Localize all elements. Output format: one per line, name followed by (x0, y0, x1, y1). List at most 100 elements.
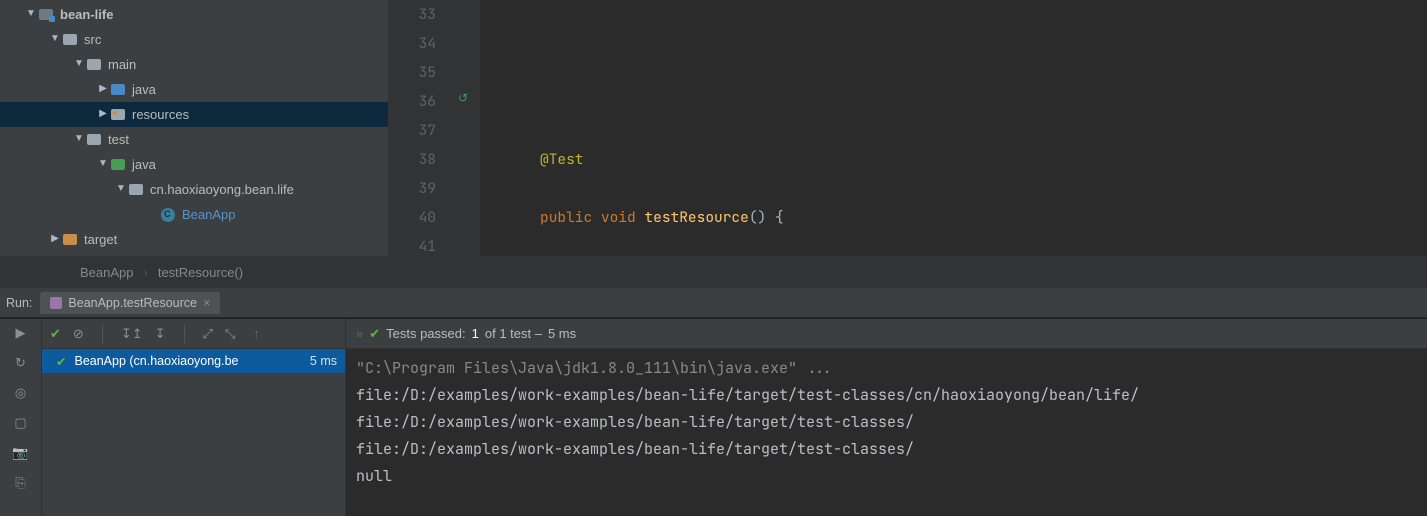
line-number[interactable]: 40 (388, 203, 436, 232)
tree-item[interactable]: resources (0, 102, 388, 127)
line-number[interactable]: 35 (388, 58, 436, 87)
tree-arrow-icon[interactable] (114, 183, 128, 194)
breadcrumb-method[interactable]: testResource() (158, 265, 243, 280)
code-line: @Test (540, 145, 1427, 174)
folder-icon (160, 207, 176, 223)
console-line: file:/D:/examples/work-examples/bean-lif… (356, 436, 1417, 463)
show-passed-button[interactable]: ✔ (50, 326, 61, 342)
dump-threads-button[interactable]: 📷 (11, 443, 31, 463)
project-tree: bean-life src main java resources test java cn.… (0, 0, 388, 256)
close-icon[interactable]: × (203, 296, 210, 310)
line-number[interactable]: 39 (388, 174, 436, 203)
run-tab-label: BeanApp.testResource (68, 296, 197, 310)
test-result-row[interactable]: ✔ BeanApp (cn.haoxiaoyong.be 5 ms (42, 349, 345, 373)
editor-area: 333435363738394041 ↺ @Test public void t… (388, 0, 1427, 256)
code-line (540, 29, 1427, 58)
tree-arrow-icon[interactable] (72, 58, 86, 69)
folder-icon (110, 107, 126, 123)
tree-item-label: java (132, 157, 156, 172)
toggle-auto-test-button[interactable]: ◎ (11, 383, 31, 403)
status-time: 5 ms (548, 326, 576, 341)
console-line: "C:\Program Files\Java\jdk1.8.0_111\bin\… (356, 355, 1417, 382)
ide-root: bean-life src main java resources test java cn.… (0, 0, 1427, 516)
run-window-header: Run: BeanApp.testResource × (0, 288, 1427, 318)
breadcrumb-class[interactable]: BeanApp (80, 265, 134, 280)
folder-icon (62, 32, 78, 48)
gutter-marks: ↺ (454, 0, 480, 256)
line-number[interactable]: 37 (388, 116, 436, 145)
scroll-to-end-button[interactable]: » (356, 326, 363, 341)
run-tool-window: ▶ ↻ ◎ ▢ 📷 ⎘ ✔ ⊘ ↧↥ ↧ ⤢ ⤡ ↑ (0, 318, 1427, 516)
line-number-gutter[interactable]: 333435363738394041 (388, 0, 454, 256)
tree-item-label: bean-life (60, 7, 113, 22)
tree-arrow-icon[interactable] (48, 33, 62, 44)
status-count: 1 (472, 326, 479, 341)
line-number[interactable]: 34 (388, 29, 436, 58)
tree-item[interactable]: java (0, 77, 388, 102)
test-passed-icon: ✔ (56, 354, 66, 369)
folder-icon (110, 157, 126, 173)
tree-item[interactable]: java (0, 152, 388, 177)
code-content[interactable]: @Test public void testResource() { Syste… (480, 0, 1427, 256)
tree-item[interactable]: bean-life.iml (0, 252, 388, 256)
folder-icon (38, 7, 54, 23)
code-body: 333435363738394041 ↺ @Test public void t… (388, 0, 1427, 256)
run-left-toolbar: ▶ ↻ ◎ ▢ 📷 ⎘ (0, 319, 42, 516)
tree-item[interactable]: test (0, 127, 388, 152)
expand-all-button[interactable]: ⤢ (203, 326, 213, 342)
tree-item-label: BeanApp (182, 207, 236, 222)
line-number[interactable]: 33 (388, 0, 436, 29)
tree-item[interactable]: src (0, 27, 388, 52)
separator (102, 325, 103, 343)
run-line-marker-icon[interactable]: ↺ (458, 90, 474, 106)
sort-button[interactable]: ↧↥ (121, 326, 143, 342)
project-tree-panel[interactable]: bean-life src main java resources test java cn.… (0, 0, 388, 256)
rerun-failed-button[interactable]: ↻ (11, 353, 31, 373)
tree-item-label: src (84, 32, 101, 47)
intention-bulb-icon[interactable] (458, 234, 474, 250)
tree-item-label: resources (132, 107, 189, 122)
code-line: public void testResource() { (540, 203, 1427, 232)
run-main: ▶ ↻ ◎ ▢ 📷 ⎘ ✔ ⊘ ↧↥ ↧ ⤢ ⤡ ↑ (0, 319, 1427, 516)
folder-icon (128, 182, 144, 198)
test-tree-panel: ✔ ⊘ ↧↥ ↧ ⤢ ⤡ ↑ ✔ BeanApp (cn.haoxiaoyong… (42, 319, 346, 516)
tree-item[interactable]: cn.haoxiaoyong.bean.life (0, 177, 388, 202)
editor-breadcrumb[interactable]: BeanApp › testResource() (0, 256, 1427, 288)
rerun-button[interactable]: ▶ (11, 323, 31, 343)
sort-alpha-button[interactable]: ↧ (155, 326, 166, 342)
collapse-all-button[interactable]: ⤡ (225, 326, 235, 342)
line-number[interactable]: 36 (388, 87, 436, 116)
status-passed-icon: ✔ (369, 326, 380, 342)
line-number[interactable]: 38 (388, 145, 436, 174)
folder-icon (110, 82, 126, 98)
test-status-bar: » ✔ Tests passed: 1 of 1 test – 5 ms (346, 319, 1427, 349)
stop-button[interactable]: ▢ (11, 413, 31, 433)
method-name: testResource (644, 208, 748, 227)
tree-arrow-icon[interactable] (72, 133, 86, 144)
previous-button[interactable]: ↑ (253, 326, 260, 341)
tree-arrow-icon[interactable] (24, 8, 38, 19)
tree-arrow-icon[interactable] (96, 158, 110, 169)
tree-item[interactable]: target (0, 227, 388, 252)
status-mid: of 1 test – (485, 326, 542, 341)
tree-item-label: java (132, 82, 156, 97)
tree-arrow-icon[interactable] (96, 83, 110, 94)
folder-icon (62, 232, 78, 248)
show-ignored-button[interactable]: ⊘ (73, 326, 84, 342)
tree-item-label: cn.haoxiaoyong.bean.life (150, 182, 294, 197)
test-name: BeanApp (cn.haoxiaoyong.be (74, 354, 238, 368)
tree-arrow-icon[interactable] (96, 108, 110, 119)
top-area: bean-life src main java resources test java cn.… (0, 0, 1427, 256)
tree-item[interactable]: bean-life (0, 2, 388, 27)
code-line (540, 87, 1427, 116)
tree-item[interactable]: main (0, 52, 388, 77)
run-header-label: Run: (6, 296, 32, 310)
tree-arrow-icon[interactable] (48, 233, 62, 244)
run-tab[interactable]: BeanApp.testResource × (40, 292, 220, 314)
tree-item[interactable]: BeanApp (0, 202, 388, 227)
console-output[interactable]: "C:\Program Files\Java\jdk1.8.0_111\bin\… (346, 349, 1427, 516)
line-number[interactable]: 41 (388, 232, 436, 256)
folder-icon (86, 57, 102, 73)
exit-button[interactable]: ⎘ (11, 473, 31, 493)
annotation: @Test (540, 150, 584, 169)
